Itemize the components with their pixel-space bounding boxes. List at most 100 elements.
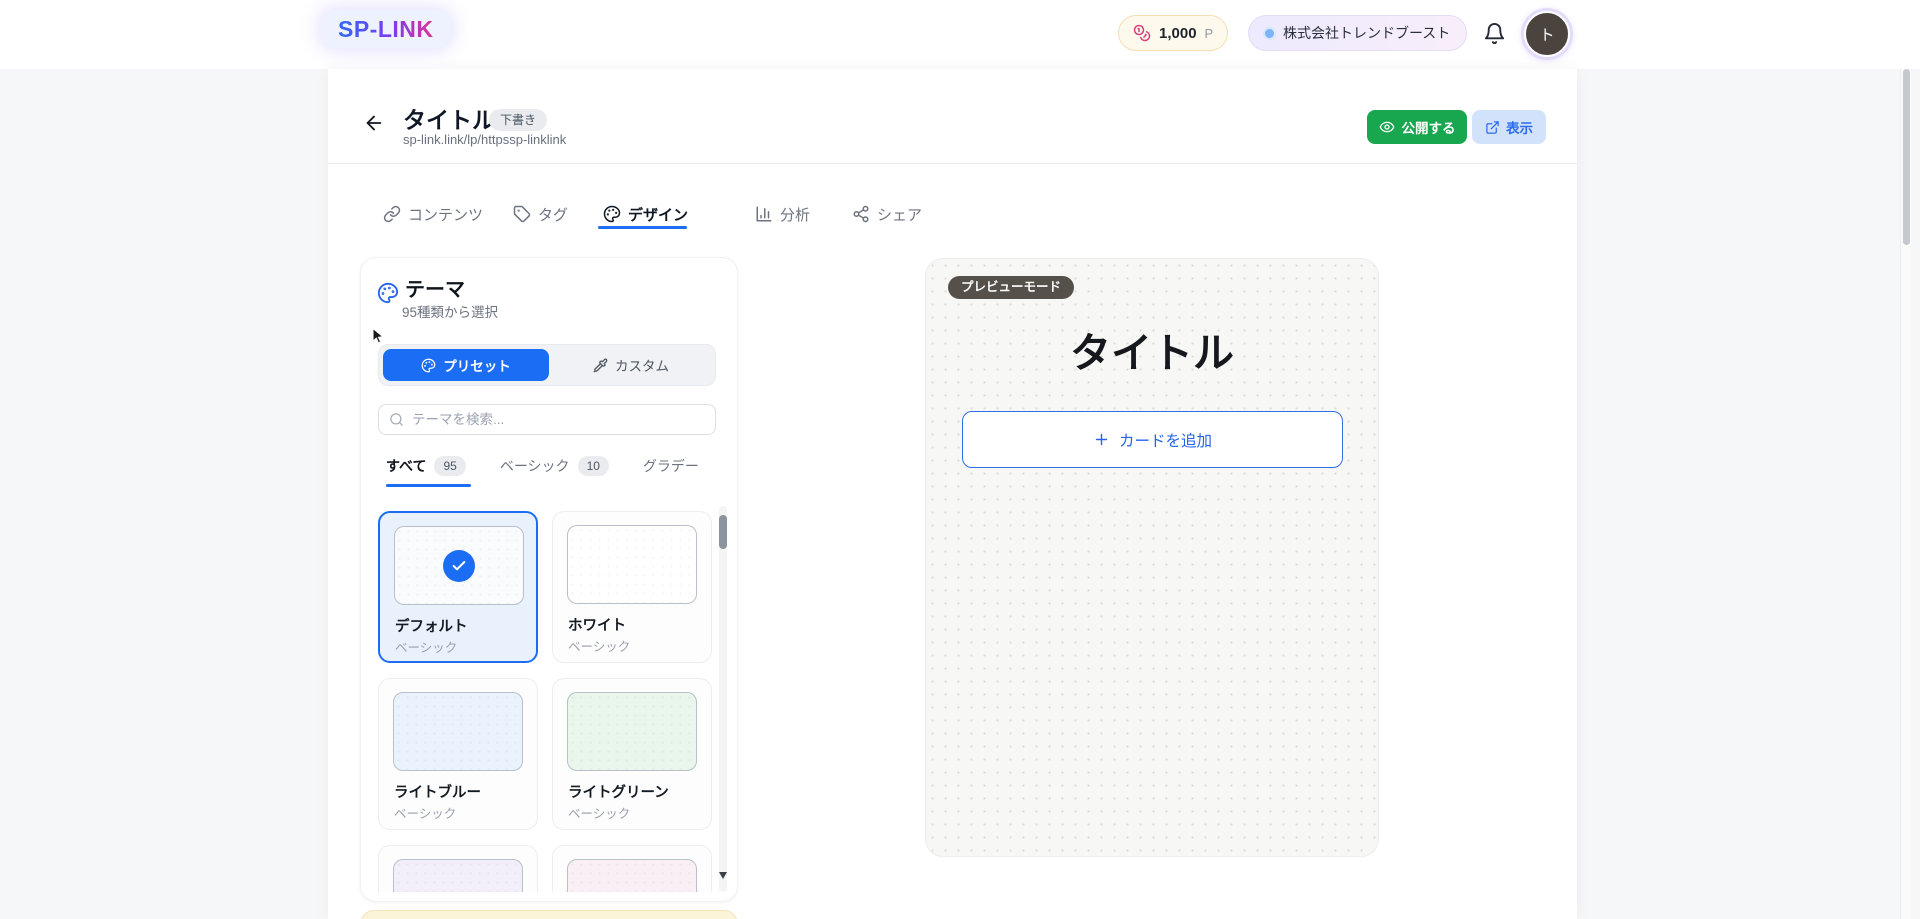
palette-icon (421, 358, 436, 373)
external-link-icon (1485, 120, 1500, 135)
points-badge[interactable]: 1,000 P (1118, 15, 1228, 51)
page-title: タイトル (403, 101, 495, 135)
filter-label: グラデーション (643, 456, 699, 476)
company-status-dot (1265, 29, 1274, 38)
avatar-initial: ト (1539, 24, 1554, 45)
add-card-button[interactable]: カードを追加 (962, 411, 1343, 468)
theme-name: デフォルト (395, 615, 468, 636)
theme-filter-tabs: すべて 95 ベーシック 10 グラデーション (386, 454, 699, 478)
company-badge[interactable]: 株式会社トレンドブースト (1248, 15, 1467, 51)
page-scrollbar-thumb[interactable] (1903, 69, 1910, 245)
theme-name: ライトグリーン (568, 781, 669, 802)
brand-logo[interactable]: SP-LINK (321, 10, 451, 48)
palette-icon (603, 205, 621, 223)
points-value: 1,000 (1159, 25, 1197, 42)
filter-basic[interactable]: ベーシック 10 (500, 454, 609, 478)
custom-label: カスタム (615, 355, 669, 375)
theme-category: ベーシック (394, 803, 456, 822)
brand-logo-text: SP-LINK (338, 16, 434, 43)
chart-icon (755, 205, 773, 223)
tag-icon (513, 205, 531, 223)
view-label: 表示 (1506, 117, 1533, 137)
filter-label: すべて (386, 456, 426, 476)
plus-icon (1093, 431, 1110, 448)
tab-tags[interactable]: タグ (513, 202, 568, 226)
theme-panel-subtitle: 95種類から選択 (402, 301, 498, 321)
tab-analytics[interactable]: 分析 (755, 202, 810, 226)
top-header: SP-LINK 1,000 P 株式会社トレンドブースト ト (0, 0, 1920, 69)
company-name: 株式会社トレンドブースト (1283, 23, 1450, 43)
preset-label: プリセット (443, 355, 511, 375)
tab-label: シェア (877, 204, 922, 225)
app-root: SP-LINK 1,000 P 株式会社トレンドブースト ト タイトル 下書き … (0, 0, 1920, 919)
theme-card-lightblue[interactable]: ライトブルー ベーシック (378, 678, 538, 830)
filter-count-badge: 10 (578, 456, 609, 476)
tab-label: 分析 (780, 204, 810, 225)
theme-mode-toggle: プリセット カスタム (378, 344, 716, 386)
scroll-down-arrow[interactable] (719, 872, 727, 879)
add-card-label: カードを追加 (1119, 429, 1212, 451)
custom-mode-button[interactable]: カスタム (549, 345, 713, 385)
theme-category: ベーシック (568, 636, 630, 655)
preview-mode-badge: プレビューモード (948, 276, 1074, 299)
tab-label: タグ (538, 204, 568, 225)
page-url: sp-link.link/lp/httpssp-linklink (403, 132, 566, 147)
share-icon (852, 205, 870, 223)
theme-swatch (393, 859, 523, 892)
tab-label: デザイン (628, 204, 688, 225)
user-avatar[interactable]: ト (1524, 11, 1570, 57)
publish-button[interactable]: 公開する (1367, 110, 1467, 144)
theme-swatch (394, 526, 524, 605)
theme-swatch (567, 692, 697, 771)
palette-icon (377, 282, 399, 304)
header-divider (328, 163, 1577, 164)
mouse-cursor (368, 326, 388, 346)
theme-swatch (567, 525, 697, 604)
tip-box-peek (360, 910, 738, 919)
theme-card-default[interactable]: デフォルト ベーシック (378, 511, 538, 663)
filter-count-badge: 95 (434, 456, 465, 476)
tab-contents[interactable]: コンテンツ (383, 202, 483, 226)
theme-panel: テーマ 95種類から選択 プリセット カスタム すべて 95 ベーシック 10 (360, 257, 738, 902)
preview-title: タイトル (926, 319, 1378, 379)
theme-grid-scrollbar[interactable] (719, 506, 727, 892)
eye-icon (1379, 119, 1395, 135)
tab-share[interactable]: シェア (852, 202, 922, 226)
status-badge: 下書き (489, 109, 547, 131)
preset-mode-button[interactable]: プリセット (383, 349, 549, 381)
theme-card-lightgreen[interactable]: ライトグリーン ベーシック (552, 678, 712, 830)
tab-label: コンテンツ (408, 204, 483, 225)
theme-swatch (393, 692, 523, 771)
theme-card-white[interactable]: ホワイト ベーシック (552, 511, 712, 663)
link-icon (383, 205, 401, 223)
points-unit: P (1205, 26, 1214, 41)
notifications-button[interactable] (1483, 22, 1506, 45)
page-scrollbar[interactable] (1900, 69, 1911, 919)
theme-swatch (567, 859, 697, 892)
tab-design[interactable]: デザイン (603, 202, 688, 226)
theme-card-partial-2[interactable] (552, 845, 712, 892)
theme-category: ベーシック (568, 803, 630, 822)
search-icon (389, 412, 404, 427)
theme-name: ライトブルー (394, 781, 481, 802)
filter-label: ベーシック (500, 456, 570, 476)
back-button[interactable] (361, 110, 387, 136)
selected-check-icon (443, 550, 475, 582)
preview-panel: プレビューモード タイトル カードを追加 (925, 258, 1379, 857)
theme-name: ホワイト (568, 614, 626, 635)
active-tab-underline (598, 226, 687, 229)
filter-gradient[interactable]: グラデーション (643, 454, 699, 478)
theme-panel-title: テーマ (405, 273, 465, 302)
filter-all[interactable]: すべて 95 (386, 454, 466, 478)
theme-category: ベーシック (395, 637, 457, 656)
theme-grid: デフォルト ベーシック ホワイト ベーシック ライトブルー ベーシック ライトグ… (378, 501, 712, 892)
theme-search-input[interactable] (412, 412, 705, 427)
view-button[interactable]: 表示 (1472, 110, 1546, 144)
publish-label: 公開する (1402, 117, 1456, 137)
eyedropper-icon (593, 358, 608, 373)
theme-search (378, 404, 716, 435)
bell-icon (1483, 22, 1506, 45)
scrollbar-thumb[interactable] (719, 515, 727, 549)
theme-card-partial-1[interactable] (378, 845, 538, 892)
active-filter-underline (386, 484, 471, 487)
